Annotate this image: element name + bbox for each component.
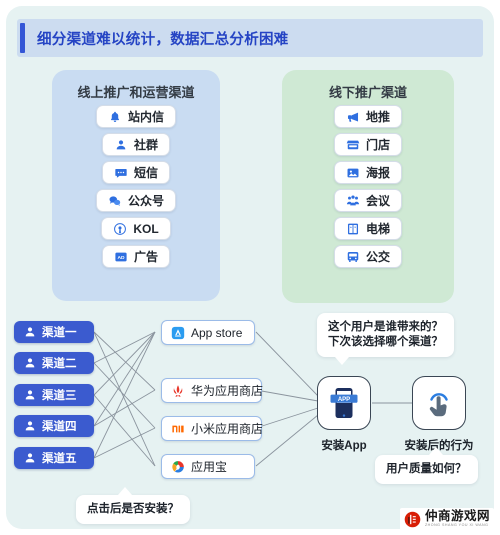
poster-icon bbox=[347, 168, 359, 177]
channel-pill-zhanneixin[interactable]: 站内信 bbox=[95, 105, 176, 128]
flow-channel-label: 渠道五 bbox=[42, 453, 77, 465]
channel-pill-shequn[interactable]: 社群 bbox=[101, 133, 170, 156]
channel-pill-label: 短信 bbox=[133, 166, 158, 180]
offline-panel-title: 线下推广渠道 bbox=[328, 85, 407, 100]
bubble-text: 用户质量如何？ bbox=[386, 463, 467, 475]
person-icon bbox=[25, 390, 35, 400]
flow-channel-1[interactable]: 渠道一 bbox=[14, 321, 94, 343]
store-box-xiaomi[interactable]: 小米应用商店 bbox=[161, 416, 264, 441]
elevator-icon bbox=[347, 223, 359, 234]
stage-card-install-app[interactable]: APP bbox=[317, 376, 371, 430]
channel-pill-label: 公众号 bbox=[127, 194, 164, 208]
wechat-icon bbox=[109, 195, 121, 206]
store-box-yingyongbao[interactable]: 应用宝 bbox=[161, 454, 255, 479]
channel-pill-label: 门店 bbox=[365, 138, 390, 152]
page-title: 细分渠道难以统计，数据汇总分析困难 bbox=[37, 31, 289, 48]
flow-channel-4[interactable]: 渠道四 bbox=[14, 415, 94, 437]
bell-icon bbox=[110, 111, 120, 122]
channel-pill-guanggao[interactable]: AD 广告 bbox=[101, 245, 170, 268]
channel-pill-label: 地推 bbox=[365, 110, 390, 124]
bubble-install-question: 点击后是否安装？ bbox=[76, 487, 190, 524]
watermark-logo-icon bbox=[404, 511, 421, 527]
store-box-huawei[interactable]: 华为应用商店 bbox=[161, 378, 264, 403]
store-box-label: 华为应用商店 bbox=[191, 384, 264, 398]
store-box-label: 应用宝 bbox=[191, 460, 228, 474]
phone-app-icon: APP bbox=[330, 388, 358, 418]
offline-channel-panel: 线下推广渠道 地推 门店 海报 会议 电梯 公交 bbox=[282, 70, 454, 303]
offline-channel-list: 地推 门店 海报 会议 电梯 公交 bbox=[282, 105, 454, 268]
flow-channel-label: 渠道一 bbox=[42, 327, 77, 339]
ad-icon: AD bbox=[115, 252, 127, 261]
channel-pill-label: KOL bbox=[133, 221, 159, 236]
title-banner: 细分渠道难以统计，数据汇总分析困难 bbox=[17, 19, 483, 57]
channel-pill-label: 会议 bbox=[365, 194, 390, 208]
watermark-text: 仲商游戏网 ZHONG SHANG YOU XI WANG bbox=[425, 510, 490, 528]
site-watermark: 仲商游戏网 ZHONG SHANG YOU XI WANG bbox=[399, 508, 494, 530]
person-icon bbox=[25, 358, 35, 368]
store-box-appstore[interactable]: App store bbox=[161, 320, 255, 345]
flow-channel-label: 渠道二 bbox=[42, 358, 77, 370]
channel-pill-huiyi[interactable]: 会议 bbox=[333, 189, 402, 212]
bubble-quality-question: 用户质量如何？ bbox=[375, 447, 478, 484]
person-icon bbox=[25, 453, 35, 463]
store-box-label: App store bbox=[191, 325, 243, 340]
message-icon bbox=[115, 168, 127, 178]
channel-pill-label: 广告 bbox=[133, 250, 158, 264]
flow-channel-5[interactable]: 渠道五 bbox=[14, 447, 94, 469]
channel-pill-dianti[interactable]: 电梯 bbox=[333, 217, 402, 240]
diagram-canvas: 细分渠道难以统计，数据汇总分析困难 线上推广和运营渠道 站内信 社群 短信 公众… bbox=[6, 6, 494, 529]
channel-pill-duanxin[interactable]: 短信 bbox=[101, 161, 170, 184]
bubble-tail bbox=[429, 447, 443, 455]
online-panel-title: 线上推广和运营渠道 bbox=[77, 85, 195, 100]
conference-icon bbox=[346, 195, 360, 205]
stage-card-post-install[interactable] bbox=[412, 376, 466, 430]
store-icon bbox=[346, 140, 360, 149]
online-channel-list: 站内信 社群 短信 公众号 KOL AD 广告 bbox=[52, 105, 220, 268]
tap-hand-icon bbox=[429, 393, 448, 417]
bubble-attribution-question: 这个用户是谁带来的？ 下次该选择哪个渠道？ bbox=[317, 313, 454, 365]
channel-pill-ditui[interactable]: 地推 bbox=[333, 105, 402, 128]
channel-pill-label: 电梯 bbox=[365, 222, 390, 236]
watermark-name: 仲商游戏网 bbox=[424, 509, 490, 524]
bubble-tail bbox=[118, 487, 132, 495]
channel-pill-gongzhonghao[interactable]: 公众号 bbox=[95, 189, 176, 212]
store-box-label: 小米应用商店 bbox=[191, 422, 264, 436]
channel-pill-gongjiao[interactable]: 公交 bbox=[333, 245, 402, 268]
person-icon bbox=[25, 327, 35, 337]
channel-pill-label: 站内信 bbox=[127, 110, 164, 124]
online-channel-panel: 线上推广和运营渠道 站内信 社群 短信 公众号 KOL AD 广告 bbox=[52, 70, 220, 301]
channel-pill-label: 公交 bbox=[365, 250, 390, 264]
broadcast-icon bbox=[114, 222, 127, 235]
bubble-tail bbox=[335, 357, 349, 365]
stage-caption-install-app: 安装App bbox=[321, 440, 367, 452]
banner-accent-bar bbox=[20, 23, 25, 53]
screenshot-root: 细分渠道难以统计，数据汇总分析困难 线上推广和运营渠道 站内信 社群 短信 公众… bbox=[0, 0, 500, 535]
flow-channel-3[interactable]: 渠道三 bbox=[14, 384, 94, 406]
bus-icon bbox=[347, 251, 359, 262]
svg-text:APP: APP bbox=[338, 397, 350, 403]
channel-pill-mendian[interactable]: 门店 bbox=[333, 133, 402, 156]
flow-channel-2[interactable]: 渠道二 bbox=[14, 352, 94, 374]
bubble-text-line2: 下次该选择哪个渠道？ bbox=[328, 336, 443, 348]
channel-pill-label: 社群 bbox=[133, 138, 158, 152]
appstore-icon bbox=[171, 326, 185, 339]
flow-channel-label: 渠道三 bbox=[42, 390, 77, 402]
flow-channel-label: 渠道四 bbox=[42, 421, 77, 433]
yingyongbao-icon bbox=[172, 460, 184, 473]
person-icon bbox=[25, 421, 35, 431]
huawei-icon bbox=[173, 384, 183, 397]
person-icon bbox=[116, 139, 126, 149]
bubble-text-line1: 这个用户是谁带来的？ bbox=[328, 321, 443, 333]
megaphone-icon bbox=[347, 112, 359, 122]
channel-pill-kol[interactable]: KOL bbox=[101, 217, 171, 240]
channel-pill-label: 海报 bbox=[365, 166, 390, 180]
svg-text:AD: AD bbox=[117, 254, 125, 260]
channel-pill-haibao[interactable]: 海报 bbox=[333, 161, 402, 184]
bubble-text: 点击后是否安装？ bbox=[87, 503, 179, 515]
xiaomi-icon bbox=[172, 425, 184, 432]
watermark-subtitle: ZHONG SHANG YOU XI WANG bbox=[424, 523, 489, 528]
